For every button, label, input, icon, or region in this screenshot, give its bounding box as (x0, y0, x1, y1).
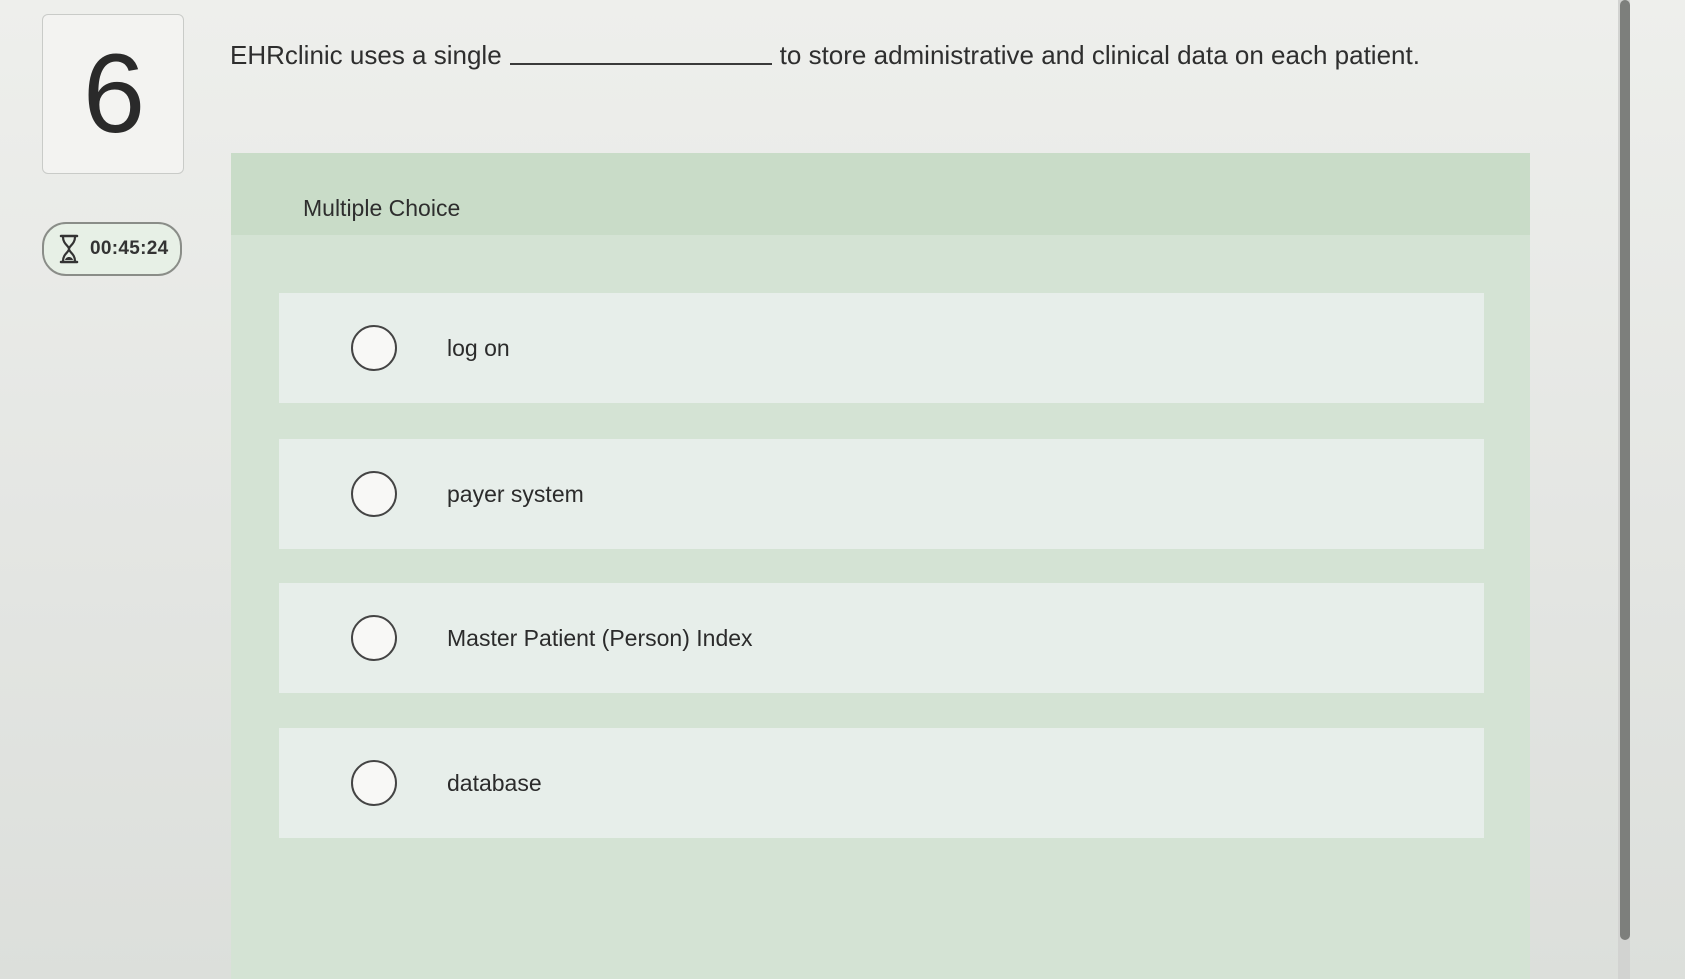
timer-value: 00:45:24 (90, 238, 169, 259)
radio-button[interactable] (351, 471, 397, 517)
option-master-patient-index[interactable]: Master Patient (Person) Index (279, 583, 1484, 693)
question-text: EHRclinic uses a single to store adminis… (230, 40, 1560, 71)
question-blank (509, 62, 772, 65)
timer-badge[interactable]: 00:45:24 (42, 222, 182, 276)
option-log-on[interactable]: log on (279, 293, 1484, 403)
option-label: payer system (447, 480, 584, 507)
question-number-box: 6 (42, 14, 184, 174)
answer-panel: Multiple Choice log on payer system Mast… (231, 153, 1530, 979)
answer-panel-header (231, 153, 1530, 235)
scrollbar-thumb[interactable] (1620, 0, 1630, 940)
option-label: Master Patient (Person) Index (447, 624, 753, 651)
option-database[interactable]: database (279, 728, 1484, 838)
quiz-screen: 6 00:45:24 EHRclinic uses a single to st… (0, 0, 1685, 979)
question-text-after: to store administrative and clinical dat… (779, 40, 1420, 70)
radio-button[interactable] (351, 760, 397, 806)
option-label: database (447, 769, 542, 796)
question-type-label: Multiple Choice (303, 195, 461, 221)
question-number: 6 (82, 31, 145, 156)
radio-button[interactable] (351, 615, 397, 661)
radio-button[interactable] (351, 325, 397, 371)
option-label: log on (447, 334, 510, 361)
option-payer-system[interactable]: payer system (279, 439, 1484, 549)
hourglass-icon (58, 234, 80, 264)
question-text-before: EHRclinic uses a single (230, 40, 502, 70)
